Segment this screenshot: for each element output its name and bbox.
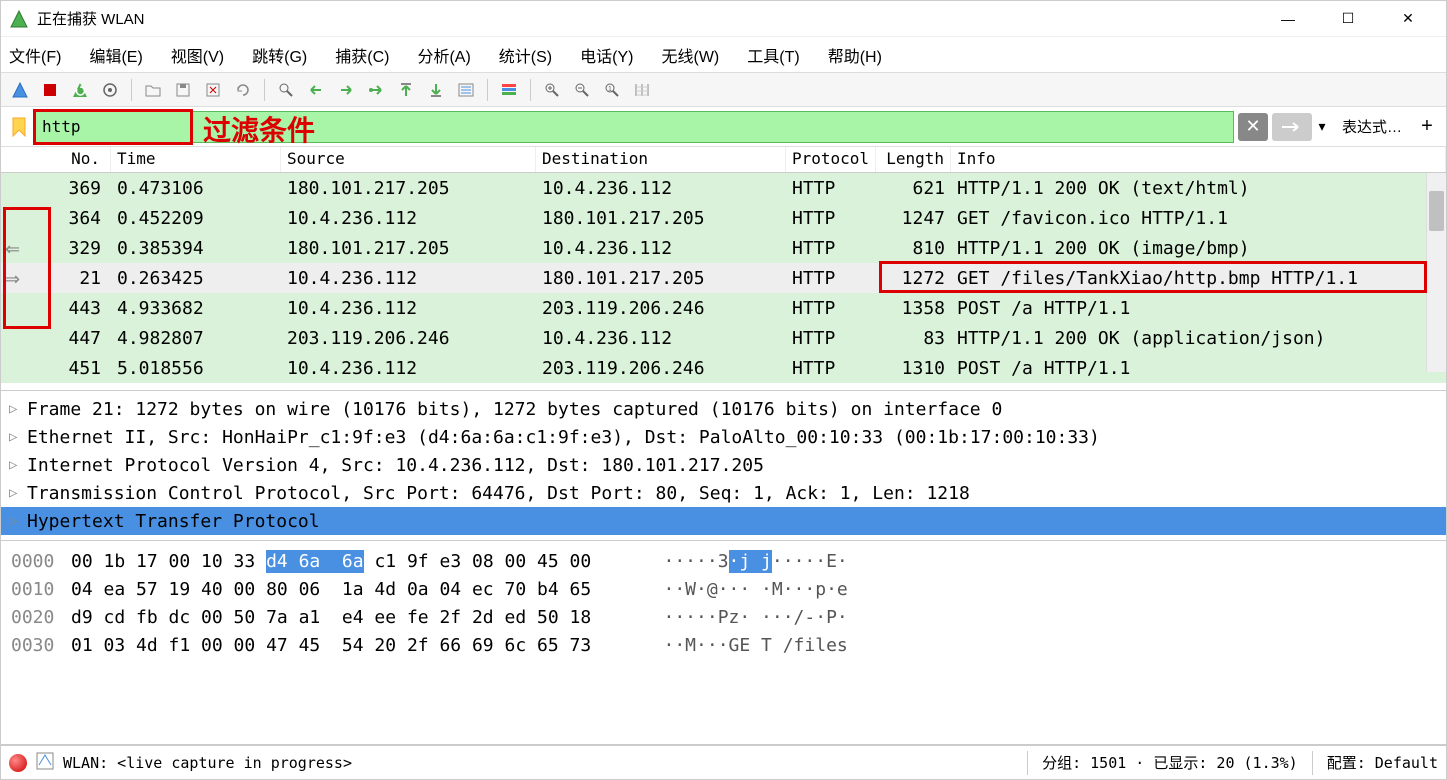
separator bbox=[487, 79, 488, 101]
packet-details-pane[interactable]: ▷Frame 21: 1272 bytes on wire (10176 bit… bbox=[1, 391, 1446, 541]
separator bbox=[264, 79, 265, 101]
capture-options-button[interactable] bbox=[97, 77, 123, 103]
resize-columns-button[interactable] bbox=[629, 77, 655, 103]
window-title: 正在捕获 WLAN bbox=[37, 8, 1268, 29]
packet-row[interactable]: 3690.473106180.101.217.20510.4.236.112HT… bbox=[1, 173, 1446, 203]
separator bbox=[1027, 751, 1028, 775]
packet-row[interactable]: 4474.982807203.119.206.24610.4.236.112HT… bbox=[1, 323, 1446, 353]
filter-input-wrap: 过滤条件 bbox=[33, 111, 1234, 143]
col-header-protocol[interactable]: Protocol bbox=[786, 147, 876, 172]
go-forward-button[interactable] bbox=[333, 77, 359, 103]
detail-row[interactable]: ▷Ethernet II, Src: HonHaiPr_c1:9f:e3 (d4… bbox=[1, 423, 1446, 451]
apply-filter-button[interactable] bbox=[1272, 113, 1312, 141]
maximize-button[interactable]: ☐ bbox=[1328, 5, 1368, 33]
bookmark-button[interactable] bbox=[5, 111, 33, 143]
status-interface: WLAN: <live capture in progress> bbox=[63, 754, 1013, 772]
detail-row[interactable]: ▷Transmission Control Protocol, Src Port… bbox=[1, 479, 1446, 507]
packet-row[interactable]: 3290.385394180.101.217.20510.4.236.112HT… bbox=[1, 233, 1446, 263]
detail-row[interactable]: ▷Frame 21: 1272 bytes on wire (10176 bit… bbox=[1, 395, 1446, 423]
stop-capture-button[interactable] bbox=[37, 77, 63, 103]
packet-marker-out-icon: ⇒ bbox=[5, 269, 20, 290]
minimize-button[interactable]: — bbox=[1268, 5, 1308, 33]
toolbar: 1 bbox=[1, 73, 1446, 107]
add-filter-button[interactable]: + bbox=[1412, 111, 1442, 143]
menu-view[interactable]: 视图(V) bbox=[171, 43, 224, 67]
separator bbox=[131, 79, 132, 101]
svg-text:1: 1 bbox=[608, 86, 612, 93]
app-icon bbox=[9, 9, 29, 29]
colorize-button[interactable] bbox=[496, 77, 522, 103]
packet-list-header: No. Time Source Destination Protocol Len… bbox=[1, 147, 1446, 173]
packet-row[interactable]: 210.26342510.4.236.112180.101.217.205HTT… bbox=[1, 263, 1446, 293]
zoom-reset-button[interactable]: 1 bbox=[599, 77, 625, 103]
col-header-info[interactable]: Info bbox=[951, 147, 1446, 172]
jump-button[interactable] bbox=[363, 77, 389, 103]
separator bbox=[530, 79, 531, 101]
col-header-length[interactable]: Length bbox=[876, 147, 951, 172]
find-button[interactable] bbox=[273, 77, 299, 103]
menu-telephony[interactable]: 电话(Y) bbox=[580, 43, 633, 67]
clear-filter-button[interactable]: ✕ bbox=[1238, 113, 1268, 141]
save-button[interactable] bbox=[170, 77, 196, 103]
detail-row[interactable]: ▷Hypertext Transfer Protocol bbox=[1, 507, 1446, 535]
capture-indicator-icon bbox=[9, 754, 27, 772]
col-header-destination[interactable]: Destination bbox=[536, 147, 786, 172]
reload-button[interactable] bbox=[230, 77, 256, 103]
menu-analyze[interactable]: 分析(A) bbox=[417, 43, 470, 67]
autoscroll-button[interactable] bbox=[453, 77, 479, 103]
vscrollbar[interactable] bbox=[1426, 173, 1446, 372]
expression-button[interactable]: 表达式… bbox=[1332, 111, 1412, 143]
packet-list-body[interactable]: 3690.473106180.101.217.20510.4.236.112HT… bbox=[1, 173, 1446, 391]
menu-wireless[interactable]: 无线(W) bbox=[661, 43, 719, 67]
packet-bytes-pane[interactable]: 000000 1b 17 00 10 33 d4 6a 6a c1 9f e3 … bbox=[1, 541, 1446, 745]
menu-statistics[interactable]: 统计(S) bbox=[499, 43, 552, 67]
close-file-button[interactable] bbox=[200, 77, 226, 103]
titlebar: 正在捕获 WLAN — ☐ ✕ bbox=[1, 1, 1446, 37]
close-button[interactable]: ✕ bbox=[1388, 5, 1428, 33]
hex-row[interactable]: 0020d9 cd fb dc 00 50 7a a1 e4 ee fe 2f … bbox=[11, 603, 1436, 631]
packet-row[interactable]: 4515.01855610.4.236.112203.119.206.246HT… bbox=[1, 353, 1446, 383]
open-file-button[interactable] bbox=[140, 77, 166, 103]
display-filter-input[interactable] bbox=[33, 111, 1234, 143]
filter-history-button[interactable]: ▾ bbox=[1312, 113, 1332, 141]
detail-row[interactable]: ▷Internet Protocol Version 4, Src: 10.4.… bbox=[1, 451, 1446, 479]
status-packets: 分组: 1501 · 已显示: 20 (1.3%) bbox=[1042, 752, 1298, 773]
hex-row[interactable]: 003001 03 4d f1 00 00 47 45 54 20 2f 66 … bbox=[11, 631, 1436, 659]
hex-row[interactable]: 000000 1b 17 00 10 33 d4 6a 6a c1 9f e3 … bbox=[11, 547, 1436, 575]
go-last-button[interactable] bbox=[423, 77, 449, 103]
col-header-no[interactable]: No. bbox=[1, 147, 111, 172]
start-capture-button[interactable] bbox=[7, 77, 33, 103]
zoom-in-button[interactable] bbox=[539, 77, 565, 103]
separator bbox=[1312, 751, 1313, 775]
statusbar: WLAN: <live capture in progress> 分组: 150… bbox=[1, 745, 1446, 779]
status-profile[interactable]: 配置: Default bbox=[1327, 752, 1438, 773]
restart-capture-button[interactable] bbox=[67, 77, 93, 103]
hex-row[interactable]: 001004 ea 57 19 40 00 80 06 1a 4d 0a 04 … bbox=[11, 575, 1436, 603]
window-controls: — ☐ ✕ bbox=[1268, 5, 1428, 33]
packet-marker-in-icon: ⇐ bbox=[5, 239, 20, 260]
menu-file[interactable]: 文件(F) bbox=[9, 43, 61, 67]
col-header-source[interactable]: Source bbox=[281, 147, 536, 172]
menu-edit[interactable]: 编辑(E) bbox=[89, 43, 142, 67]
col-header-time[interactable]: Time bbox=[111, 147, 281, 172]
menu-go[interactable]: 跳转(G) bbox=[252, 43, 307, 67]
expert-info-button[interactable] bbox=[35, 751, 55, 775]
app-window: 正在捕获 WLAN — ☐ ✕ 文件(F) 编辑(E) 视图(V) 跳转(G) … bbox=[0, 0, 1447, 780]
filter-bar: 过滤条件 ✕ ▾ 表达式… + bbox=[1, 107, 1446, 147]
packet-row[interactable]: 4434.93368210.4.236.112203.119.206.246HT… bbox=[1, 293, 1446, 323]
packet-list-pane: No. Time Source Destination Protocol Len… bbox=[1, 147, 1446, 391]
menu-help[interactable]: 帮助(H) bbox=[828, 43, 882, 67]
menubar: 文件(F) 编辑(E) 视图(V) 跳转(G) 捕获(C) 分析(A) 统计(S… bbox=[1, 37, 1446, 73]
zoom-out-button[interactable] bbox=[569, 77, 595, 103]
menu-capture[interactable]: 捕获(C) bbox=[335, 43, 389, 67]
menu-tools[interactable]: 工具(T) bbox=[747, 43, 799, 67]
packet-row[interactable]: 3640.45220910.4.236.112180.101.217.205HT… bbox=[1, 203, 1446, 233]
go-first-button[interactable] bbox=[393, 77, 419, 103]
go-back-button[interactable] bbox=[303, 77, 329, 103]
